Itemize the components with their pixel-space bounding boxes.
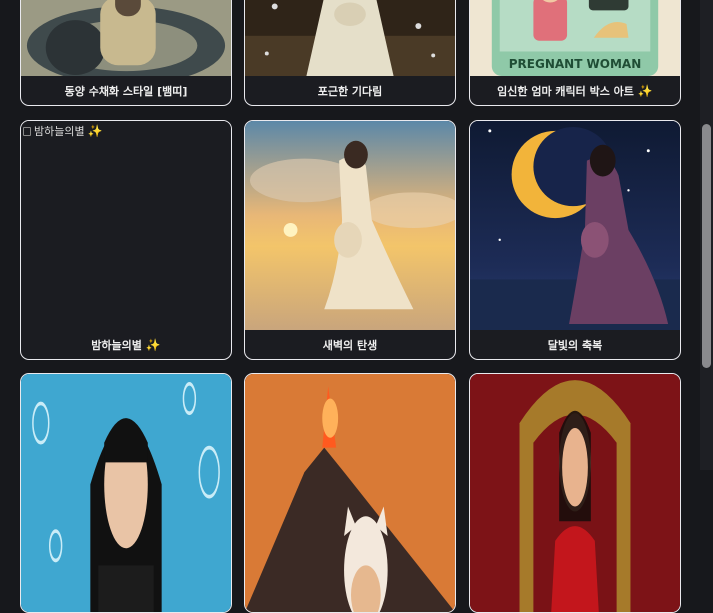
gallery-card-dawn-birth[interactable]: 새벽의 탄생 <box>244 120 456 360</box>
card-image <box>245 374 455 612</box>
gallery-card-night-star[interactable]: 밤하늘의별 ✨ 밤하늘의별 ✨ <box>20 120 232 360</box>
card-title-row: 포근한 기다림 <box>245 76 455 105</box>
scrollbar-thumb[interactable] <box>702 124 711 368</box>
card-title-row: 동양 수채화 스타일 [뱀띠] <box>21 76 231 105</box>
card-image: PREGNANT WOMAN <box>470 0 680 76</box>
card-title-row: 달빛의 축복 <box>470 330 680 359</box>
alt-label: 밤하늘의별 <box>34 125 85 138</box>
card-title: 임신한 엄마 캐릭터 박스 아트 <box>497 84 634 98</box>
gallery-card-volcano[interactable] <box>244 373 456 613</box>
sparkle-icon: ✨ <box>87 124 103 138</box>
card-image <box>470 374 680 612</box>
broken-image-icon <box>23 126 31 136</box>
gallery-card-pregnant-box-art[interactable]: PREGNANT WOMAN 임신한 엄마 캐릭터 박스 아트 ✨ <box>469 0 681 106</box>
card-title: 동양 수채화 스타일 [뱀띠] <box>64 84 188 98</box>
gallery-card-red-throne[interactable] <box>469 373 681 613</box>
gallery-card-moonlight-blessing[interactable]: 달빛의 축복 <box>469 120 681 360</box>
poster-text: PREGNANT WOMAN <box>508 57 642 71</box>
card-title: 포근한 기다림 <box>317 84 383 98</box>
card-title: 달빛의 축복 <box>547 338 603 352</box>
card-image <box>21 374 231 612</box>
card-image <box>245 121 455 330</box>
gallery-card-cozy-waiting[interactable]: 포근한 기다림 <box>244 0 456 106</box>
card-title-row: 밤하늘의별 ✨ <box>21 330 231 359</box>
gallery-card-watercolor-snake[interactable]: 동양 수채화 스타일 [뱀띠] <box>20 0 232 106</box>
gallery-card-bubbles[interactable] <box>20 373 232 613</box>
card-image-broken: 밤하늘의별 ✨ <box>21 121 231 330</box>
card-title-row: 새벽의 탄생 <box>245 330 455 359</box>
vertical-scrollbar[interactable] <box>700 0 713 470</box>
card-image <box>21 0 231 76</box>
sparkle-icon: ✨ <box>637 83 653 98</box>
card-title-row: 임신한 엄마 캐릭터 박스 아트 ✨ <box>470 76 680 105</box>
card-title: 새벽의 탄생 <box>322 338 378 352</box>
card-title: 밤하늘의별 <box>91 338 142 352</box>
image-alt-text: 밤하늘의별 ✨ <box>23 123 103 139</box>
card-image <box>245 0 455 76</box>
card-image <box>470 121 680 330</box>
sparkle-icon: ✨ <box>145 337 161 352</box>
